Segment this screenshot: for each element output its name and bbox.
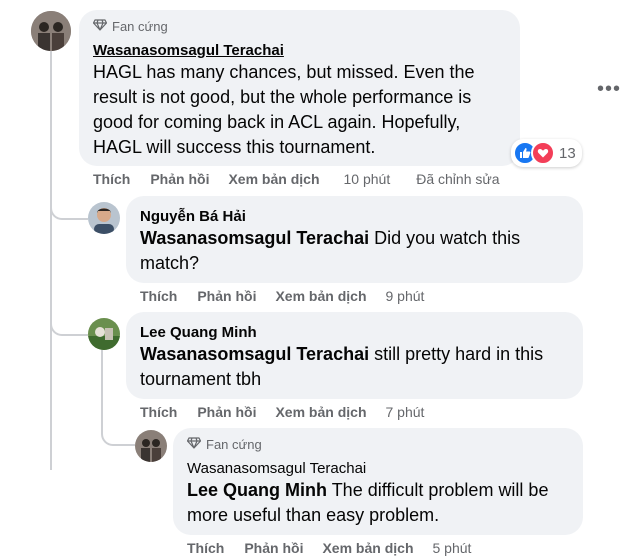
like-button[interactable]: Thích [140, 404, 177, 420]
like-button[interactable]: Thích [140, 288, 177, 304]
reply-bubble: Lee Quang Minh Wasanasomsagul Terachai s… [126, 312, 583, 399]
diamond-icon [186, 437, 202, 452]
translate-button[interactable]: Xem bản dịch [275, 404, 366, 420]
reply-text: Wasanasomsagul Terachai Did you watch th… [140, 226, 560, 276]
love-reaction-icon [531, 141, 555, 165]
reply-button[interactable]: Phản hồi [197, 404, 256, 420]
avatar-wasanasomsagul[interactable] [135, 430, 167, 462]
comment-text: HAGL has many chances, but missed. Even … [93, 62, 475, 157]
avatar-nguyen-ba-hai[interactable] [88, 202, 120, 234]
reply-time[interactable]: 7 phút [386, 404, 425, 420]
translate-button[interactable]: Xem bản dịch [322, 540, 413, 556]
fan-badge[interactable]: Fan cứng [186, 437, 262, 452]
reply-author[interactable]: Nguyễn Bá Hải [140, 208, 246, 225]
reply-text: Lee Quang Minh The difficult problem wil… [187, 478, 572, 528]
mention-link[interactable]: Wasanasomsagul Terachai [140, 228, 369, 248]
edited-label[interactable]: Đã chỉnh sửa [416, 171, 499, 187]
reply-text: Wasanasomsagul Terachai still pretty har… [140, 342, 560, 392]
thread-line-sub [101, 350, 103, 430]
diamond-icon [92, 19, 108, 34]
translate-button[interactable]: Xem bản dịch [275, 288, 366, 304]
avatar-lee-quang-minh[interactable] [88, 318, 120, 350]
reply-actions: Thích Phản hồi Xem bản dịch 9 phút [140, 288, 424, 304]
reply-author[interactable]: Wasanasomsagul Terachai [187, 460, 366, 477]
reply-actions: Thích Phản hồi Xem bản dịch 7 phút [140, 404, 424, 420]
comment-time[interactable]: 10 phút [344, 171, 391, 187]
comment-actions: Thích Phản hồi Xem bản dịch 10 phút Đã c… [93, 171, 500, 187]
reply-time[interactable]: 9 phút [386, 288, 425, 304]
fan-badge-label: Fan cứng [206, 437, 262, 452]
thread-connector-1 [50, 200, 88, 220]
reaction-summary[interactable]: 13 [511, 139, 582, 167]
reply-actions: Thích Phản hồi Xem bản dịch 5 phút [187, 540, 471, 556]
thread-connector-2 [50, 310, 88, 336]
mention-link[interactable]: Wasanasomsagul Terachai [140, 344, 369, 364]
translate-button[interactable]: Xem bản dịch [228, 171, 319, 187]
reply-time[interactable]: 5 phút [433, 540, 472, 556]
reaction-count: 13 [559, 144, 576, 162]
reply-button[interactable]: Phản hồi [197, 288, 256, 304]
reply-author[interactable]: Lee Quang Minh [140, 324, 257, 341]
thread-line-main [50, 50, 52, 470]
reply-button[interactable]: Phản hồi [150, 171, 209, 187]
like-button[interactable]: Thích [187, 540, 224, 556]
comment-author[interactable]: Wasanasomsagul Terachai [93, 42, 284, 59]
fan-badge-label: Fan cứng [112, 19, 168, 34]
reply-bubble: Fan cứng Wasanasomsagul Terachai Lee Qua… [173, 428, 583, 535]
avatar-wasanasomsagul[interactable] [31, 11, 71, 51]
more-options-icon[interactable]: ••• [597, 78, 621, 101]
comment-bubble: Fan cứng Wasanasomsagul Terachai HAGL ha… [79, 10, 520, 166]
like-button[interactable]: Thích [93, 171, 130, 187]
reply-button[interactable]: Phản hồi [244, 540, 303, 556]
mention-link[interactable]: Lee Quang Minh [187, 480, 327, 500]
thread-connector-3 [101, 420, 135, 446]
fan-badge[interactable]: Fan cứng [92, 19, 168, 34]
reply-bubble: Nguyễn Bá Hải Wasanasomsagul Terachai Di… [126, 196, 583, 283]
